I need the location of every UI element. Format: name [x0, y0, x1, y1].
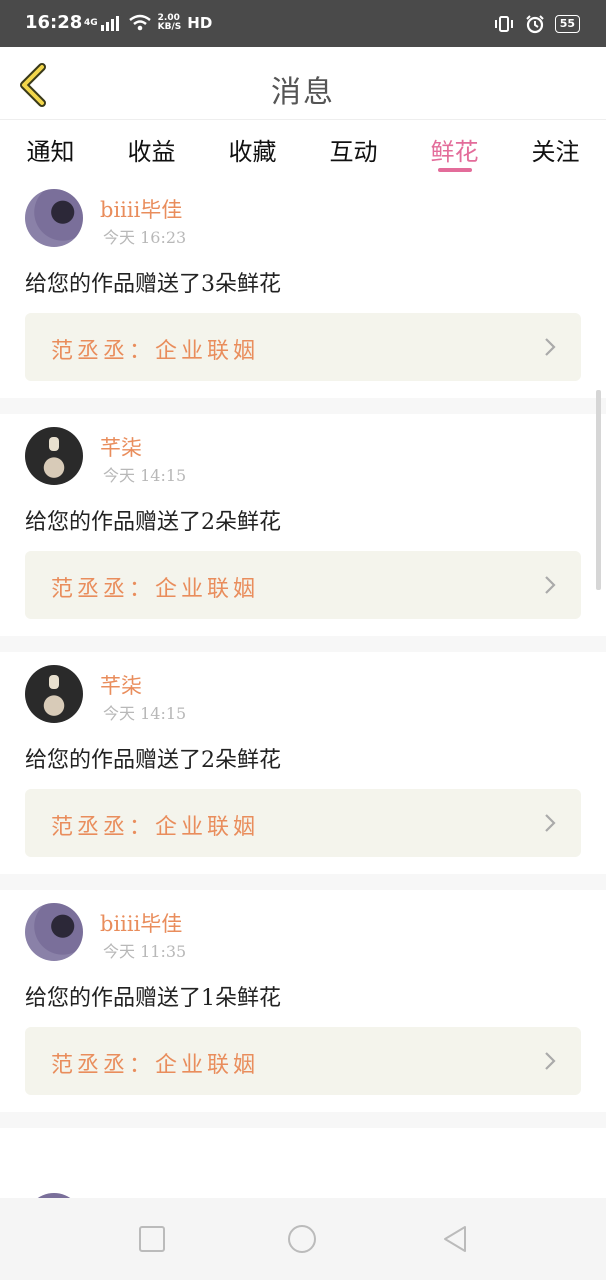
list-item: 芊柒 今天 14:15 给您的作品赠送了2朵鲜花 范丞丞：企业联姻 [0, 652, 606, 874]
message-time: 今天 16:23 [103, 228, 187, 247]
list-item: biiii毕佳 今天 16:23 给您的作品赠送了3朵鲜花 范丞丞：企业联姻 [0, 176, 606, 398]
status-right: 55 [493, 14, 580, 34]
tab-label: 收藏 [228, 138, 277, 166]
divider [0, 874, 606, 890]
system-nav-bar [0, 1198, 606, 1280]
message-time: 今天 14:15 [103, 466, 187, 485]
tab-favorites[interactable]: 收藏 [202, 120, 303, 176]
hd-indicator: HD [187, 14, 213, 32]
list-item-partial [0, 1150, 606, 1251]
vibrate-icon [494, 16, 513, 32]
scrollbar[interactable] [596, 390, 601, 590]
sender-name[interactable]: 芊柒 [100, 670, 142, 700]
list-item: 芊柒 今天 14:15 给您的作品赠送了2朵鲜花 范丞丞：企业联姻 [0, 414, 606, 636]
tab-label: 鲜花 [430, 138, 479, 166]
chevron-right-icon [545, 1052, 556, 1070]
work-link[interactable]: 范丞丞：企业联姻 [25, 313, 581, 381]
recents-icon[interactable] [137, 1224, 167, 1254]
list-item: biiii毕佳 今天 11:35 给您的作品赠送了1朵鲜花 范丞丞：企业联姻 [0, 890, 606, 1112]
message-time: 今天 11:35 [103, 942, 187, 961]
avatar[interactable] [25, 903, 83, 961]
wifi-icon [128, 14, 151, 31]
active-tab-indicator [437, 168, 472, 172]
network-type: 4G [84, 18, 98, 28]
battery-icon: 55 [554, 15, 580, 33]
tab-label: 通知 [26, 138, 75, 166]
work-title: 范丞丞：企业联姻 [51, 577, 260, 602]
tab-label: 互动 [329, 138, 378, 166]
back-nav-icon[interactable] [440, 1224, 470, 1254]
work-link[interactable]: 范丞丞：企业联姻 [25, 1027, 581, 1095]
message-list: biiii毕佳 今天 16:23 给您的作品赠送了3朵鲜花 范丞丞：企业联姻 芊… [0, 176, 606, 1128]
divider [0, 636, 606, 652]
avatar[interactable] [25, 189, 83, 247]
work-title: 范丞丞：企业联姻 [51, 1053, 260, 1078]
work-title: 范丞丞：企业联姻 [51, 815, 260, 840]
sender-name[interactable]: 芊柒 [100, 432, 142, 462]
sender-name[interactable]: biiii毕佳 [100, 908, 182, 938]
alarm-icon [525, 15, 544, 34]
signal-icon [100, 16, 119, 31]
message-text: 给您的作品赠送了2朵鲜花 [25, 748, 281, 773]
sender-name[interactable]: biiii毕佳 [100, 194, 182, 224]
message-text: 给您的作品赠送了1朵鲜花 [25, 986, 281, 1011]
divider [0, 1112, 606, 1128]
tab-label: 关注 [531, 138, 580, 166]
work-link[interactable]: 范丞丞：企业联姻 [25, 551, 581, 619]
message-text: 给您的作品赠送了3朵鲜花 [25, 272, 281, 297]
clock: 16:28 [25, 12, 83, 33]
status-left: 4G 2.00 KB/S HD [84, 14, 213, 33]
tab-earnings[interactable]: 收益 [101, 120, 202, 176]
divider [0, 398, 606, 414]
avatar[interactable] [25, 427, 83, 485]
status-bar: 16:28 4G 2.00 KB/S HD 55 [0, 0, 606, 47]
tab-interaction[interactable]: 互动 [303, 120, 404, 176]
chevron-right-icon [545, 576, 556, 594]
tab-follow[interactable]: 关注 [505, 120, 606, 176]
tab-notice[interactable]: 通知 [0, 120, 101, 176]
chevron-right-icon [545, 338, 556, 356]
nav-bar: 消息 [0, 47, 606, 120]
message-text: 给您的作品赠送了2朵鲜花 [25, 510, 281, 535]
home-icon[interactable] [287, 1224, 317, 1254]
net-speed-unit: KB/S [157, 22, 182, 32]
message-tabs: 通知 收益 收藏 互动 鲜花 关注 [0, 120, 606, 176]
chevron-right-icon [545, 814, 556, 832]
tab-flowers[interactable]: 鲜花 [404, 120, 505, 176]
work-link[interactable]: 范丞丞：企业联姻 [25, 789, 581, 857]
net-speed: 2.00 KB/S [158, 14, 182, 32]
avatar[interactable] [25, 665, 83, 723]
work-title: 范丞丞：企业联姻 [51, 339, 260, 364]
tab-label: 收益 [127, 138, 176, 166]
page-title: 消息 [271, 75, 335, 110]
message-time: 今天 14:15 [103, 704, 187, 723]
